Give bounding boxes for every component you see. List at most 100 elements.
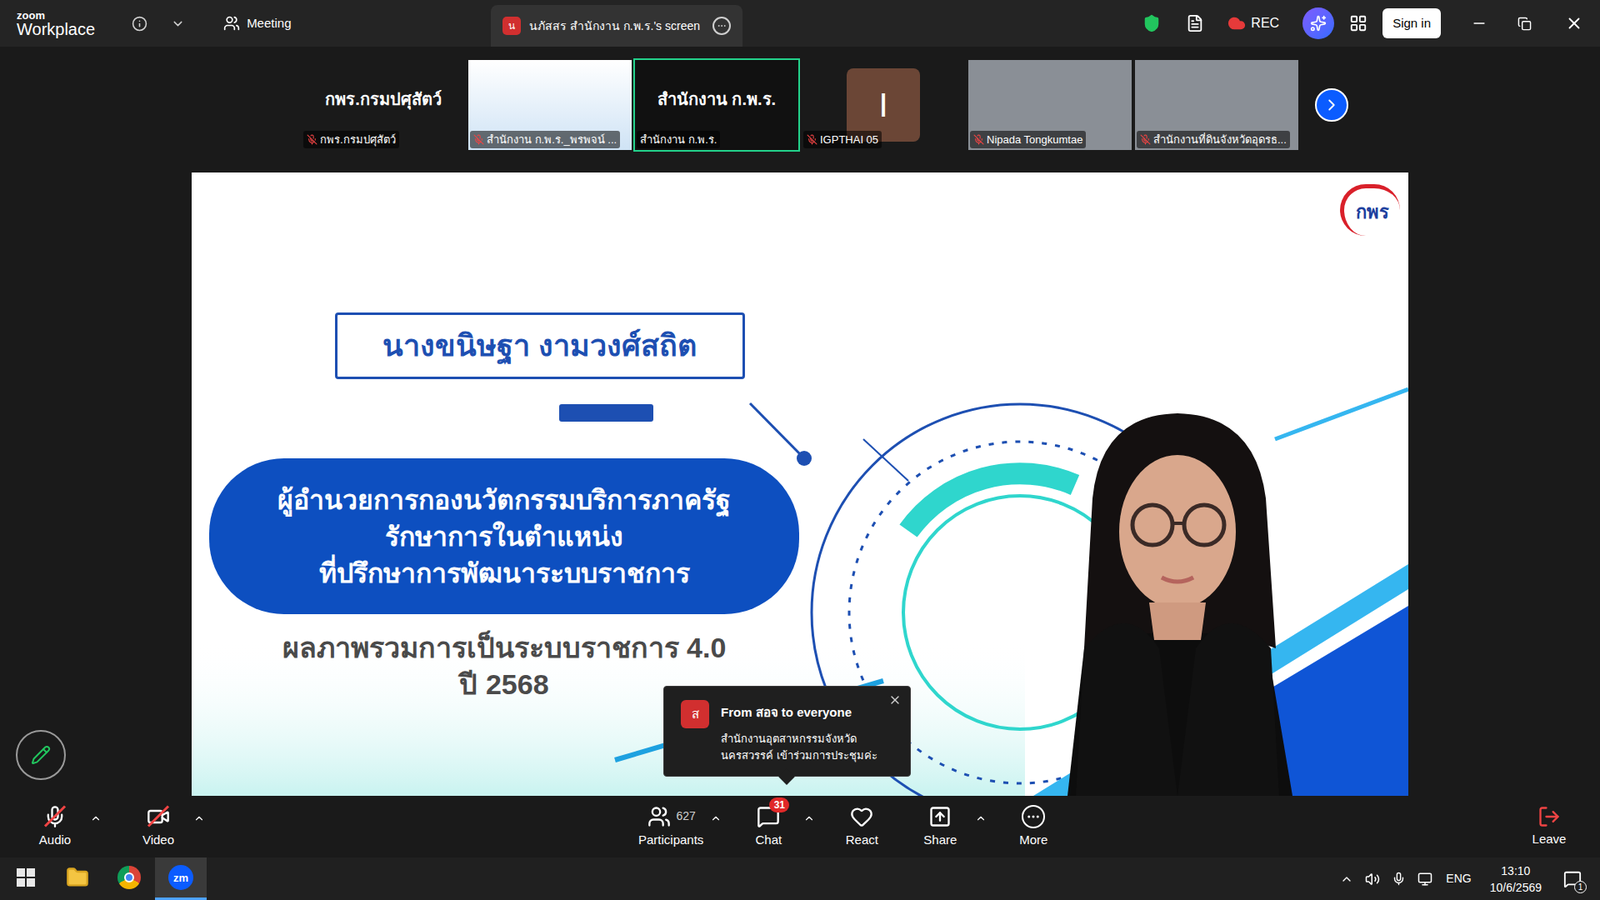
- sender-avatar: ส: [680, 700, 710, 729]
- video-tile[interactable]: Nipada Tongkumtae: [966, 58, 1134, 152]
- participant-count: 627: [676, 807, 696, 825]
- zoom-app-icon: zm: [168, 865, 194, 890]
- encryption-shield-icon[interactable]: [1142, 14, 1161, 33]
- info-icon[interactable]: [131, 15, 148, 32]
- muted-mic-icon: [473, 134, 485, 145]
- restore-icon[interactable]: [1517, 16, 1532, 31]
- off-slash-icon: [147, 805, 170, 827]
- video-tile[interactable]: สำนักงาน ก.พ.ร._พรพจน์ ...: [466, 58, 634, 152]
- caret-up-icon: [193, 812, 205, 825]
- shared-screen-tab[interactable]: นนภัสสร สำนักงาน ก.พ.ร.'s screen: [490, 5, 743, 47]
- slide-logo: กพร: [1340, 184, 1400, 236]
- caret-up-icon: [710, 812, 722, 825]
- folder-icon: [65, 865, 90, 890]
- chevron-right-icon: [1322, 95, 1341, 115]
- notes-icon[interactable]: [1185, 14, 1205, 33]
- video-tile[interactable]: กพร.กรมปศุสัตว์กพร.กรมปศุสัตว์: [300, 58, 467, 152]
- minimize-icon[interactable]: [1470, 15, 1488, 32]
- ai-companion-icon[interactable]: [1302, 7, 1335, 40]
- position-pill: ผู้อำนวยการกองนวัตกรรมบริการภาครัฐรักษาก…: [209, 458, 800, 615]
- more-icon: [1021, 805, 1045, 829]
- participants-icon: [647, 805, 671, 829]
- muted-mic-icon: [806, 134, 818, 145]
- chat-button[interactable]: 31Chat: [735, 804, 802, 850]
- annotate-button[interactable]: [15, 730, 66, 780]
- slide-year: ปี 2568: [459, 665, 549, 703]
- chevron-down-icon[interactable]: [170, 16, 185, 31]
- options-caret[interactable]: [801, 812, 817, 825]
- tile-label: กพร.กรมปศุสัตว์: [303, 130, 400, 150]
- close-icon[interactable]: [1565, 14, 1584, 33]
- speaker-icon[interactable]: [1365, 871, 1380, 887]
- options-caret[interactable]: [708, 812, 724, 825]
- tab-more-icon[interactable]: [712, 16, 731, 35]
- unread-badge: 31: [769, 797, 790, 813]
- muted-mic-icon: [306, 134, 318, 145]
- options-caret[interactable]: [191, 812, 207, 825]
- muted-mic-icon: [973, 134, 985, 145]
- share-view: กพรนางขนิษฐา งามวงศ์สถิตผู้อำนวยการกองนว…: [0, 163, 1600, 796]
- pencil-icon: [30, 745, 51, 765]
- meeting-menu[interactable]: Meeting: [223, 14, 291, 34]
- title-bar: zoomWorkplace Meeting นนภัสสร สำนักงาน ก.พ…: [0, 0, 1600, 47]
- muted-mic-icon: [1140, 134, 1151, 145]
- video-button[interactable]: Video: [125, 804, 192, 850]
- more-button[interactable]: More: [1000, 804, 1067, 850]
- heart-icon: [850, 805, 874, 829]
- sign-in-button[interactable]: Sign in: [1382, 8, 1441, 40]
- leave-icon: [1537, 805, 1561, 829]
- tile-label: สำนักงาน ก.พ.ร._พรพจน์ ...: [470, 130, 620, 150]
- zoom-screen: zoomWorkplace Meeting นนภัสสร สำนักงาน ก.พ…: [0, 0, 1600, 900]
- share-button[interactable]: Share: [906, 804, 974, 850]
- share-icon: [928, 805, 952, 829]
- tile-label: IGPTHAI 05: [803, 130, 882, 150]
- notification-center[interactable]: 1: [1563, 870, 1582, 889]
- toast-header: From สอจ to everyone: [720, 703, 878, 723]
- video-tile[interactable]: สำนักงาน ก.พ.ร.สำนักงาน ก.พ.ร.: [633, 58, 800, 152]
- presenter-name-box: นางขนิษฐา งามวงศ์สถิต: [335, 312, 745, 380]
- taskbar-app[interactable]: [51, 857, 104, 900]
- input-language[interactable]: ENG: [1445, 870, 1471, 888]
- sharer-avatar: น: [502, 16, 521, 35]
- slide-summary: ผลภาพรวมการเป็นระบบราชการ 4.0: [282, 629, 727, 666]
- caret-up-icon: [803, 812, 815, 825]
- display-icon[interactable]: [1417, 871, 1433, 887]
- notification-badge: 1: [1574, 880, 1587, 894]
- options-caret[interactable]: [88, 812, 104, 825]
- gallery-strip: กพร.กรมปศุสัตว์กพร.กรมปศุสัตว์สำนักงาน ก…: [0, 46, 1600, 164]
- taskbar: zm ENG 13:1010/6/2569 1: [0, 857, 1600, 900]
- video-tile[interactable]: IIGPTHAI 05: [800, 58, 967, 152]
- toast-message: นครสวรรค์ เข้าร่วมการประชุมค่ะ: [720, 747, 878, 765]
- participants-button[interactable]: 627Participants: [633, 804, 709, 850]
- meeting-toolbar: Audio Video 627Participants 31Chat ReactShar…: [0, 795, 1600, 858]
- taskbar-app[interactable]: [0, 857, 52, 900]
- next-page-button[interactable]: [1315, 88, 1349, 122]
- clock[interactable]: 13:1010/6/2569: [1490, 862, 1542, 896]
- tray-mic-icon[interactable]: [1391, 871, 1406, 886]
- chrome-icon: [117, 865, 141, 890]
- toast-message: สำนักงานอุตสาหกรรมจังหวัด: [720, 730, 878, 748]
- taskbar-app[interactable]: zm: [155, 857, 207, 900]
- caret-up-icon: [975, 812, 987, 825]
- caret-up-icon: [90, 812, 102, 825]
- apps-grid-icon[interactable]: [1349, 14, 1368, 33]
- app-logo: zoomWorkplace: [0, 10, 95, 38]
- meeting-icon: [223, 15, 240, 32]
- cloud-icon: [1227, 14, 1246, 33]
- tile-label: Nipada Tongkumtae: [970, 130, 1086, 150]
- close-toast-icon[interactable]: [888, 693, 902, 707]
- video-tile[interactable]: สำนักงานที่ดินจังหวัดอุดรธ...: [1133, 58, 1300, 152]
- windows-logo-icon: [16, 868, 35, 887]
- leave-button[interactable]: Leave: [1520, 805, 1579, 850]
- tile-label: สำนักงานที่ดินจังหวัดอุดรธ...: [1136, 130, 1290, 150]
- options-caret[interactable]: [973, 812, 989, 825]
- react-button[interactable]: React: [828, 804, 895, 850]
- presenter-video: [959, 398, 1399, 796]
- audio-button[interactable]: Audio: [21, 804, 89, 850]
- tray-overflow-icon[interactable]: [1340, 872, 1354, 886]
- taskbar-app[interactable]: [103, 857, 155, 900]
- recording-indicator[interactable]: REC: [1227, 13, 1280, 34]
- chat-toast[interactable]: ส From สอจ to everyone สำนักงานอุตสาหกรรมจ…: [663, 685, 911, 777]
- tile-label: สำนักงาน ก.พ.ร.: [636, 130, 720, 150]
- name-box-accent: [559, 404, 654, 422]
